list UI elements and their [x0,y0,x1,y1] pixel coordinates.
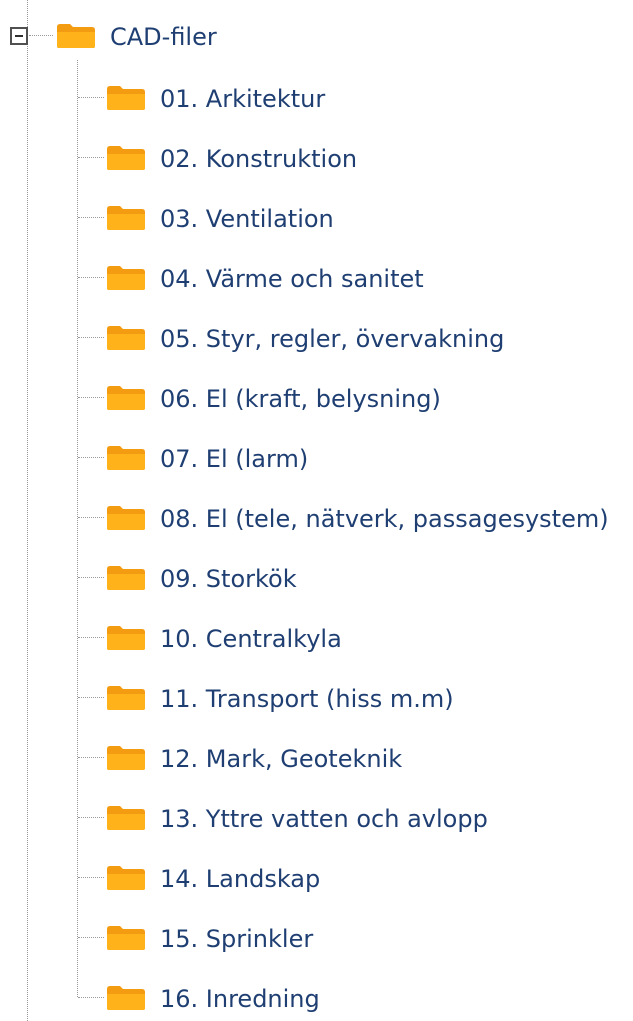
tree-connector [78,217,104,218]
tree-connector [78,397,104,398]
tree-connector [78,937,104,938]
tree-node-label: 09. Storkök [160,565,297,593]
tree-connector [78,517,104,518]
folder-icon [106,325,146,351]
folder-icon [106,445,146,471]
tree-node-child[interactable]: 12. Mark, Geoteknik [0,740,633,780]
folder-icon [106,625,146,651]
tree-connector [78,637,104,638]
tree-node-child[interactable]: 01. Arkitektur [0,80,633,120]
tree-node-label: 08. El (tele, nätverk, passagesystem) [160,505,609,533]
tree-connector [78,457,104,458]
folder-icon [106,265,146,291]
folder-icon [106,985,146,1011]
tree-node-label: 04. Värme och sanitet [160,265,424,293]
folder-icon [106,205,146,231]
folder-tree: CAD-filer 01. Arkitektur 02. Konstruktion… [0,0,633,1021]
tree-node-child[interactable]: 10. Centralkyla [0,620,633,660]
tree-node-label: CAD-filer [110,23,217,51]
tree-node-child[interactable]: 03. Ventilation [0,200,633,240]
tree-connector [78,97,104,98]
tree-connector [78,157,104,158]
tree-node-label: 11. Transport (hiss m.m) [160,685,454,713]
tree-node-label: 01. Arkitektur [160,85,326,113]
tree-node-child[interactable]: 07. El (larm) [0,440,633,480]
folder-icon [106,685,146,711]
tree-node-child[interactable]: 08. El (tele, nätverk, passagesystem) [0,500,633,540]
folder-icon [56,23,96,49]
folder-icon [106,745,146,771]
tree-connector [78,697,104,698]
tree-connector [78,997,104,998]
tree-node-child[interactable]: 13. Yttre vatten och avlopp [0,800,633,840]
tree-node-label: 12. Mark, Geoteknik [160,745,403,773]
tree-connector [78,277,104,278]
tree-node-label: 10. Centralkyla [160,625,342,653]
tree-node-child[interactable]: 14. Landskap [0,860,633,900]
tree-node-label: 14. Landskap [160,865,321,893]
tree-node-child[interactable]: 02. Konstruktion [0,140,633,180]
tree-node-label: 03. Ventilation [160,205,334,233]
tree-connector [78,577,104,578]
tree-node-label: 02. Konstruktion [160,145,358,173]
tree-node-child[interactable]: 05. Styr, regler, övervakning [0,320,633,360]
tree-connector [78,757,104,758]
tree-node-label: 07. El (larm) [160,445,309,473]
tree-node-child[interactable]: 09. Storkök [0,560,633,600]
tree-node-label: 16. Inredning [160,985,320,1013]
tree-node-child[interactable]: 04. Värme och sanitet [0,260,633,300]
tree-node-label: 13. Yttre vatten och avlopp [160,805,488,833]
folder-icon [106,865,146,891]
tree-node-child[interactable]: 16. Inredning [0,980,633,1020]
folder-icon [106,385,146,411]
tree-node-label: 15. Sprinkler [160,925,314,953]
collapse-toggle-icon[interactable] [10,27,28,45]
tree-node-label: 05. Styr, regler, övervakning [160,325,505,353]
tree-node-root[interactable]: CAD-filer [0,20,633,60]
folder-icon [106,505,146,531]
tree-node-child[interactable]: 11. Transport (hiss m.m) [0,680,633,720]
folder-icon [106,85,146,111]
folder-icon [106,565,146,591]
tree-node-label: 06. El (kraft, belysning) [160,385,441,413]
folder-icon [106,805,146,831]
tree-connector [78,337,104,338]
tree-connector [78,817,104,818]
tree-connector [78,877,104,878]
tree-node-child[interactable]: 06. El (kraft, belysning) [0,380,633,420]
tree-connector [29,35,53,36]
folder-icon [106,145,146,171]
tree-node-child[interactable]: 15. Sprinkler [0,920,633,960]
folder-icon [106,925,146,951]
